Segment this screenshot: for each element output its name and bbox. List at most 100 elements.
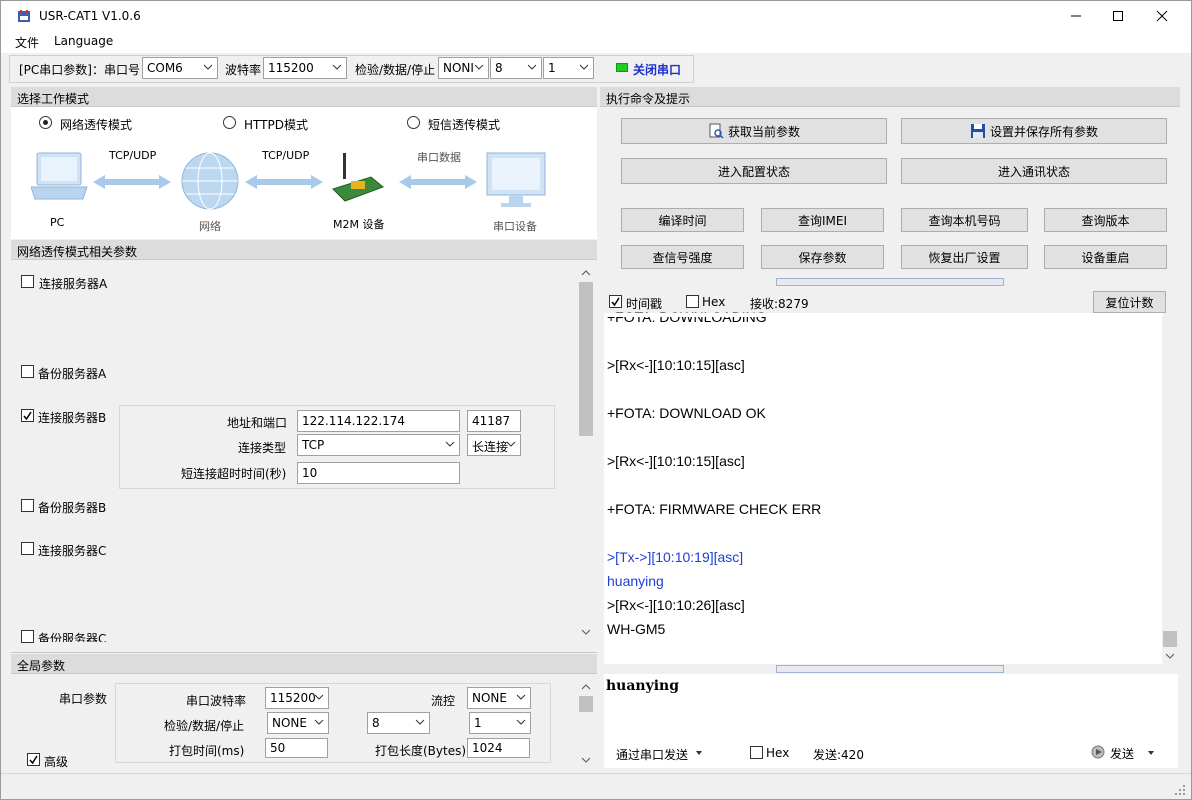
pack-time-input[interactable]: 50 (265, 738, 328, 758)
databits-value: 8 (495, 61, 503, 75)
floppy-disk-icon (970, 124, 985, 138)
send-via-dropdown[interactable]: 通过串口发送 (616, 746, 688, 763)
query-version-button[interactable]: 查询版本 (1044, 208, 1167, 232)
backup-c-checkbox[interactable] (21, 630, 34, 643)
restart-button[interactable]: 设备重启 (1044, 245, 1167, 269)
mode-radio-network[interactable] (39, 116, 52, 129)
flow-select[interactable]: NONE (467, 687, 531, 709)
conn-type-select[interactable]: TCP (297, 434, 460, 456)
global-parity-select[interactable]: NONE (267, 712, 329, 734)
tx-hex-label: Hex (766, 746, 790, 760)
pack-len-label: 打包长度(Bytes) (375, 744, 467, 758)
server-b-checkbox[interactable] (21, 409, 34, 422)
factory-reset-button[interactable]: 恢复出厂设置 (901, 245, 1028, 269)
server-c-checkbox[interactable] (21, 542, 34, 555)
port-status-led-icon (616, 63, 628, 72)
commands-splitter[interactable] (776, 278, 1004, 286)
advanced-checkbox[interactable] (27, 753, 40, 766)
global-baud-select[interactable]: 115200 (265, 687, 329, 709)
chevron-down-icon (516, 719, 526, 725)
global-databits-select[interactable]: 8 (367, 712, 430, 734)
diagram-pc-label: PC (50, 216, 65, 229)
conn-mode-select[interactable]: 长连接 (467, 434, 521, 456)
send-input[interactable]: huanying (604, 674, 1178, 738)
reset-count-button[interactable]: 复位计数 (1093, 291, 1166, 313)
enter-config-button[interactable]: 进入配置状态 (621, 158, 887, 184)
get-params-label: 获取当前参数 (727, 124, 800, 139)
get-params-button[interactable]: 获取当前参数 (621, 118, 887, 144)
baud-label: 波特率 (225, 63, 262, 77)
chevron-down-icon (203, 64, 213, 70)
parity-select[interactable]: NONI (438, 57, 489, 79)
minimize-button[interactable] (1053, 1, 1099, 31)
window-title: USR-CAT1 V1.0.6 (39, 9, 141, 23)
globe-icon (181, 152, 239, 210)
addr-label: 地址和端口 (227, 416, 288, 430)
query-number-button[interactable]: 查询本机号码 (901, 208, 1028, 232)
timeout-label: 短连接超时时间(秒) (181, 467, 287, 481)
scroll-thumb[interactable] (579, 696, 593, 712)
backup-a-label: 备份服务器A (38, 367, 107, 381)
port-input[interactable]: 41187 (467, 410, 521, 432)
flow-label: 流控 (431, 694, 456, 708)
scroll-thumb[interactable] (579, 282, 593, 436)
tx-hex-checkbox[interactable] (750, 746, 763, 759)
scroll-thumb[interactable] (1163, 631, 1177, 647)
databits-select[interactable]: 8 (490, 57, 542, 79)
signal-strength-button[interactable]: 查信号强度 (621, 245, 744, 269)
save-params-button[interactable]: 设置并保存所有参数 (901, 118, 1167, 144)
close-port-button[interactable]: 关闭串口 (611, 57, 691, 79)
save-button[interactable]: 保存参数 (761, 245, 884, 269)
title-bar: USR-CAT1 V1.0.6 (1, 1, 1191, 31)
global-scrollbar[interactable] (578, 678, 594, 770)
serial-port-label: [PC串口参数]：串口号 (19, 63, 140, 77)
menu-language[interactable]: Language (54, 34, 113, 48)
chevron-down-icon (314, 694, 324, 700)
receive-scrollbar[interactable] (1162, 317, 1178, 664)
mode-section-header: 选择工作模式 (11, 87, 597, 107)
query-imei-button[interactable]: 查询IMEI (761, 208, 884, 232)
send-button[interactable]: 发送 (1089, 742, 1161, 762)
backup-a-checkbox[interactable] (21, 365, 34, 378)
left-splitter[interactable] (11, 647, 597, 653)
scroll-down-icon (1165, 653, 1175, 659)
parity-value: NONI (443, 61, 474, 75)
diagram-tcpudp-2: TCP/UDP (262, 149, 310, 162)
rx-hex-checkbox[interactable] (686, 295, 699, 308)
net-params-scrollbar[interactable] (578, 264, 594, 642)
global-databits-value: 8 (372, 716, 380, 730)
resize-grip-icon[interactable] (1173, 783, 1187, 797)
maximize-button[interactable] (1095, 1, 1141, 31)
timeout-input[interactable]: 10 (297, 462, 460, 484)
mode-radio-httpd[interactable] (223, 116, 236, 129)
enter-comm-button[interactable]: 进入通讯状态 (901, 158, 1167, 184)
log-line: >[Rx<-][10:10:15][asc] (607, 453, 745, 469)
server-a-label: 连接服务器A (39, 277, 108, 291)
receive-splitter[interactable] (776, 665, 1004, 673)
log-clip (604, 313, 1163, 317)
pack-len-input[interactable]: 1024 (467, 738, 530, 758)
mode-label-httpd: HTTPD模式 (244, 118, 308, 132)
conn-type-label: 连接类型 (238, 441, 287, 455)
caret-down-icon (696, 751, 702, 755)
monitor-icon (486, 152, 546, 207)
conn-mode-value: 长连接 (472, 440, 509, 454)
serial-port-select[interactable]: COM6 (142, 57, 218, 79)
menu-file[interactable]: 文件 (15, 34, 39, 51)
global-stopbits-select[interactable]: 1 (469, 712, 531, 734)
timestamp-checkbox[interactable] (609, 295, 622, 308)
close-button[interactable] (1139, 1, 1185, 31)
compile-time-button[interactable]: 编译时间 (621, 208, 744, 232)
serial-port-value: COM6 (147, 61, 183, 75)
server-b-label: 连接服务器B (38, 411, 107, 425)
app-window: USR-CAT1 V1.0.6 文件 Language [PC串口参数]：串口号… (0, 0, 1192, 800)
log-line: +FOTA: DOWNLOAD OK (607, 405, 766, 421)
double-arrow-icon (245, 175, 323, 189)
stopbits-select[interactable]: 1 (543, 57, 594, 79)
baud-select[interactable]: 115200 (263, 57, 347, 79)
addr-input[interactable]: 122.114.122.174 (297, 410, 460, 432)
menu-bar: 文件 Language (1, 31, 1191, 53)
server-a-checkbox[interactable] (21, 275, 34, 288)
mode-radio-sms[interactable] (407, 116, 420, 129)
backup-b-checkbox[interactable] (21, 499, 34, 512)
